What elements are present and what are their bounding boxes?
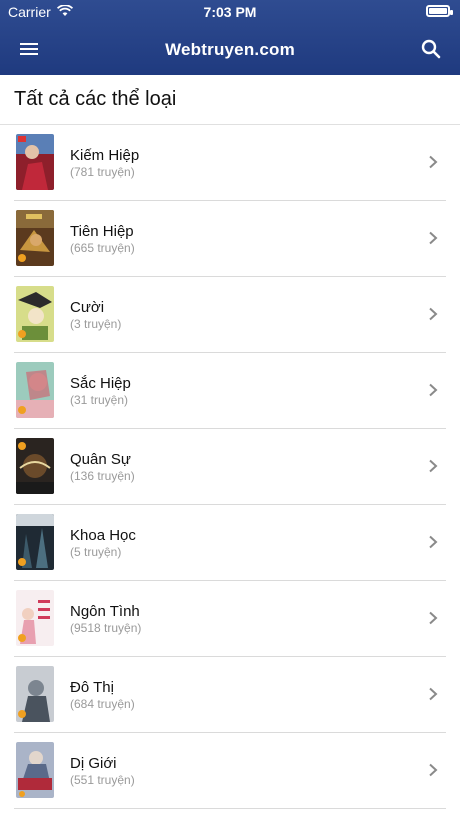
genre-cover-image bbox=[16, 742, 54, 798]
genre-name: Quân Sự bbox=[70, 451, 131, 468]
chevron-right-icon bbox=[428, 611, 438, 625]
genre-count: (136 truyện) bbox=[70, 469, 135, 483]
genre-cover-image bbox=[16, 514, 54, 570]
genre-name: Cười bbox=[70, 299, 105, 316]
chevron-right-icon bbox=[428, 535, 438, 549]
genre-name: Kiếm Hiệp bbox=[70, 147, 140, 164]
genre-name: Tiên Hiệp bbox=[70, 223, 134, 240]
genre-name: Sắc Hiệp bbox=[70, 375, 131, 392]
genre-name: Khoa Học bbox=[70, 527, 136, 544]
genre-count: (781 truyện) bbox=[70, 165, 135, 179]
chevron-right-icon bbox=[428, 155, 438, 169]
chevron-right-icon bbox=[428, 763, 438, 777]
genre-name: Đô Thị bbox=[70, 679, 114, 696]
chevron-right-icon bbox=[428, 231, 438, 245]
genre-count: (665 truyện) bbox=[70, 241, 135, 255]
genre-item-do-thi[interactable]: Đô Thị (684 truyện) bbox=[14, 657, 446, 733]
genre-list: Kiếm Hiệp (781 truyện) Tiên Hiệp (665 tr… bbox=[0, 125, 460, 809]
chevron-right-icon bbox=[428, 383, 438, 397]
genre-count: (9518 truyện) bbox=[70, 621, 142, 635]
search-icon bbox=[421, 39, 441, 64]
genre-name: Dị Giới bbox=[70, 755, 117, 772]
genre-item-quan-su[interactable]: Quân Sự (136 truyện) bbox=[14, 429, 446, 505]
status-time: 7:03 PM bbox=[203, 4, 257, 20]
genre-cover-image bbox=[16, 134, 54, 190]
genre-item-di-gioi[interactable]: Dị Giới (551 truyện) bbox=[14, 733, 446, 809]
genre-count: (551 truyện) bbox=[70, 773, 135, 787]
genre-item-kiem-hiep[interactable]: Kiếm Hiệp (781 truyện) bbox=[14, 125, 446, 201]
chevron-right-icon bbox=[428, 307, 438, 321]
chevron-right-icon bbox=[428, 459, 438, 473]
battery-icon bbox=[426, 5, 453, 17]
genre-count: (3 truyện) bbox=[70, 317, 122, 331]
navigation-bar: Webtruyen.com bbox=[0, 28, 460, 74]
app-title: Webtruyen.com bbox=[165, 40, 295, 59]
page-title: Tất cả các thể loại bbox=[0, 75, 460, 125]
status-bar: Carrier 7:03 PM bbox=[0, 0, 460, 24]
genre-cover-image bbox=[16, 590, 54, 646]
genre-cover-image bbox=[16, 666, 54, 722]
genre-name: Ngôn Tình bbox=[70, 603, 140, 620]
genre-cover-image bbox=[16, 438, 54, 494]
chevron-right-icon bbox=[428, 687, 438, 701]
genre-cover-image bbox=[16, 286, 54, 342]
genre-item-sac-hiep[interactable]: Sắc Hiệp (31 truyện) bbox=[14, 353, 446, 429]
genre-cover-image bbox=[16, 210, 54, 266]
genre-count: (684 truyện) bbox=[70, 697, 135, 711]
genre-cover-image bbox=[16, 362, 54, 418]
genre-count: (31 truyện) bbox=[70, 393, 129, 407]
app-header: Carrier 7:03 PM Webtruyen.com bbox=[0, 0, 460, 75]
genre-item-tien-hiep[interactable]: Tiên Hiệp (665 truyện) bbox=[14, 201, 446, 277]
genre-item-cuoi[interactable]: Cười (3 truyện) bbox=[14, 277, 446, 353]
genre-count: (5 truyện) bbox=[70, 545, 122, 559]
search-button[interactable] bbox=[418, 38, 444, 64]
genre-item-khoa-hoc[interactable]: Khoa Học (5 truyện) bbox=[14, 505, 446, 581]
genre-item-ngon-tinh[interactable]: Ngôn Tình (9518 truyện) bbox=[14, 581, 446, 657]
